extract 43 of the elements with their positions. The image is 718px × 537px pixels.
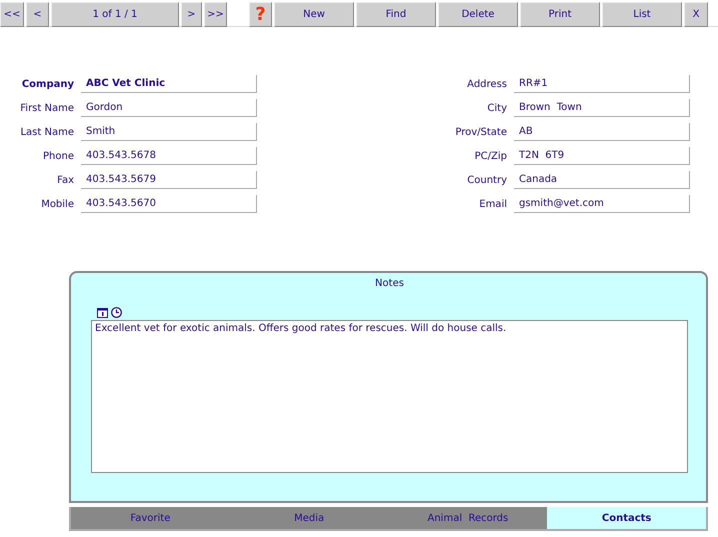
field-label: PC/Zip [474,150,507,162]
text-field[interactable]: 403.543.5678 [81,147,257,165]
field-label: Country [466,174,507,186]
toolbar-button[interactable]: Print [520,2,600,27]
field-label: Fax [56,174,74,186]
text-field[interactable]: T2N 6T9 [514,147,690,165]
text-field[interactable]: Canada [514,171,690,189]
text-field[interactable]: Smith [81,123,257,141]
text-field[interactable]: gsmith@vet.com [514,195,690,213]
field-label: Email [478,198,507,210]
tab[interactable]: Contacts [547,507,706,529]
toolbar-button[interactable]: Delete [438,2,518,27]
panel-title: Notes [375,278,404,289]
text-field[interactable]: ABC Vet Clinic [81,75,257,93]
field-label: City [486,102,507,114]
record-counter-button[interactable]: 1 of 1 / 1 [51,2,179,27]
previous-record-button[interactable]: < [26,2,49,27]
field-label: First Name [19,102,74,114]
field-label: Phone [42,150,74,162]
toolbar-button[interactable]: Find [356,2,436,27]
toolbar-button[interactable]: New [274,2,354,27]
clock-icon[interactable] [111,307,122,318]
field-label: Company [20,78,74,90]
text-field[interactable]: 403.543.5670 [81,195,257,213]
field-label: Mobile [40,198,74,210]
tab[interactable]: Animal Records [388,507,548,529]
tab[interactable]: Media [230,507,388,529]
tab[interactable]: Favorite [71,507,230,529]
text-field[interactable]: Brown Town [514,99,690,117]
text-field[interactable]: Gordon [81,99,257,117]
last-record-button[interactable]: >> [204,2,227,27]
text-field[interactable]: RR#1 [514,75,690,93]
close-button[interactable]: X [684,2,708,27]
first-record-button[interactable]: << [0,2,24,27]
field-label: Prov/State [454,126,507,138]
text-field[interactable]: 403.543.5679 [81,171,257,189]
field-label: Last Name [19,126,74,138]
calendar-icon[interactable] [97,307,108,318]
next-record-button[interactable]: > [181,2,202,27]
toolbar-button[interactable]: List [602,2,682,27]
notes-field[interactable]: Excellent vet for exotic animals. Offers good rates for rescues. Will do house calls. [91,320,688,473]
text-field[interactable]: AB [514,123,690,141]
field-label: Address [466,78,507,90]
